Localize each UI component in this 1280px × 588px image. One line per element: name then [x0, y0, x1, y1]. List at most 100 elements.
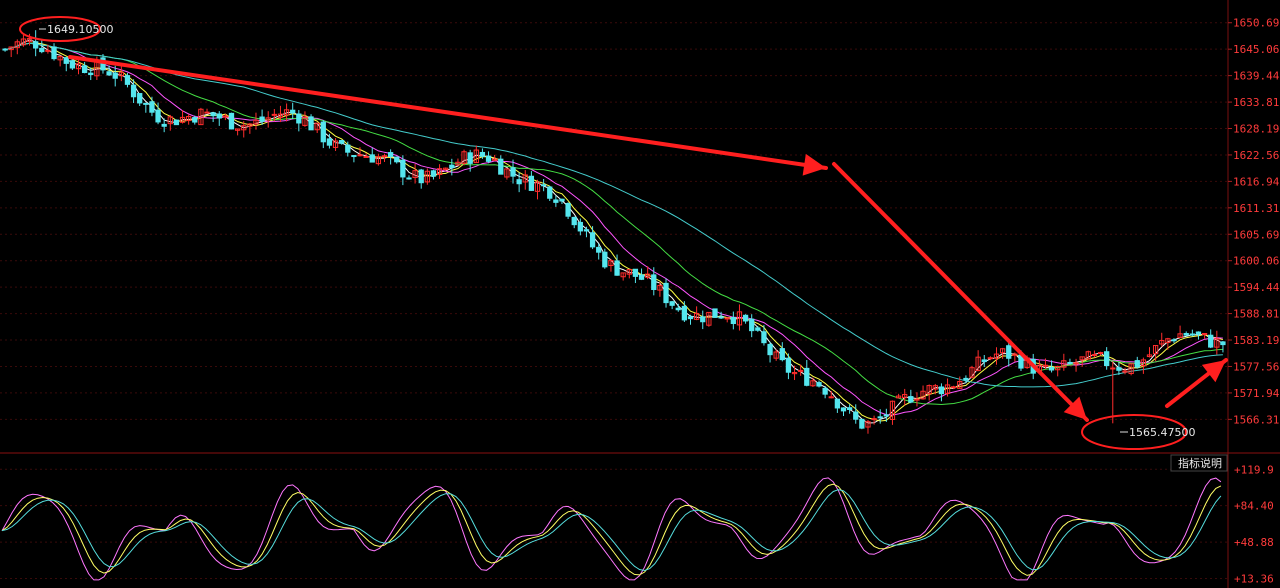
candle-body — [485, 155, 492, 162]
candle-body — [400, 159, 406, 178]
price-tick-label: 1600.067 — [1233, 255, 1280, 268]
candle-body — [963, 377, 969, 381]
candle-body — [130, 84, 137, 98]
price-tick-label: 1650.691 — [1233, 17, 1280, 30]
candle-body — [418, 169, 424, 184]
price-annotations: 1649.10500 1565.47500 — [19, 16, 1195, 450]
candle-body — [259, 116, 265, 122]
osc-line — [1, 477, 1222, 581]
candle-body — [914, 398, 920, 401]
candle-body — [540, 184, 547, 187]
candle-body — [718, 316, 724, 319]
candle-body — [614, 260, 620, 276]
candle-body — [161, 123, 167, 127]
candle-body — [700, 316, 706, 323]
candle-body — [559, 198, 565, 202]
candle-body — [45, 49, 51, 52]
candle-body — [124, 75, 131, 85]
kline-chart: 1649.10500 1565.47500 1650.6911645.06616… — [0, 0, 1280, 588]
candle-body — [430, 170, 437, 177]
candle-body — [479, 151, 486, 157]
ma-line — [4, 42, 1224, 422]
candle-body — [853, 411, 859, 420]
arrow-head — [802, 153, 826, 176]
candle-body — [828, 396, 834, 399]
candle-body — [528, 175, 535, 191]
candle-body — [112, 72, 118, 79]
osc-tick-label: +119.9 — [1234, 463, 1274, 476]
candle-body — [798, 369, 804, 372]
price-tick-label: 1622.567 — [1233, 149, 1280, 162]
candle-body — [363, 155, 369, 158]
candle-body — [381, 155, 388, 158]
candle-body — [1048, 366, 1055, 371]
candle-body — [846, 407, 853, 410]
candle-body — [1189, 333, 1195, 336]
candle-body — [761, 331, 767, 344]
candle-body — [1042, 364, 1049, 367]
candle-body — [724, 317, 730, 320]
candle-body — [742, 314, 749, 322]
ma-line — [4, 42, 1223, 388]
candle-body — [155, 109, 161, 123]
indicator-explain-button[interactable]: 指标说明 — [1170, 454, 1228, 472]
candle-body — [663, 282, 669, 304]
candle-body — [1171, 339, 1177, 342]
candle-body — [387, 152, 394, 157]
candle-body — [589, 232, 596, 248]
candle-body — [39, 47, 45, 53]
candle-body — [981, 359, 987, 363]
candle-body — [290, 109, 296, 114]
candle-body — [804, 367, 810, 386]
candle-body — [785, 357, 792, 373]
candle-body — [1097, 352, 1104, 355]
price-tick-label: 1639.44 — [1233, 70, 1280, 83]
candle-body — [467, 152, 473, 164]
candle-body — [222, 115, 229, 118]
candle-body — [1110, 367, 1116, 370]
candle-body — [216, 113, 222, 119]
candle-body — [651, 274, 657, 291]
candle-body — [822, 387, 828, 395]
price-tick-label: 1594.442 — [1233, 281, 1280, 294]
candle-body — [271, 113, 277, 116]
candle-body — [449, 164, 455, 169]
osc-tick-label: +84.40 — [1234, 500, 1274, 513]
candle-body — [204, 111, 210, 114]
candle-body — [1183, 333, 1189, 336]
candle-body — [1195, 331, 1202, 335]
candle-body — [210, 112, 216, 117]
candle-body — [149, 101, 155, 113]
trend-arrows — [68, 55, 1228, 422]
price-tick-label: 1611.317 — [1233, 202, 1280, 215]
candle-body — [779, 348, 785, 361]
price-tick-label: 1633.81 — [1233, 96, 1279, 109]
candle-body — [516, 179, 522, 185]
candle-body — [687, 316, 694, 320]
candle-body — [553, 199, 559, 203]
candle-body — [987, 357, 994, 360]
candle-body — [669, 301, 675, 306]
candle-body — [1208, 334, 1214, 348]
candle-body — [228, 112, 235, 130]
candle-body — [173, 119, 180, 126]
candle-body — [106, 71, 112, 76]
candle-body — [577, 221, 583, 232]
candle-body — [33, 41, 39, 49]
arrow-shaft — [68, 55, 828, 170]
candle-body — [351, 155, 357, 158]
candle-body — [883, 414, 889, 417]
price-tick-label: 1616.942 — [1233, 175, 1280, 188]
candle-body — [596, 246, 602, 253]
candle-body — [69, 60, 76, 69]
candle-body — [1134, 360, 1140, 368]
price-axis: 1650.691 1645.066 1639.44 1633.81 1628.191 16… — [1228, 17, 1280, 426]
candle-body — [1067, 361, 1073, 364]
oscillator-axis: +119.9 +84.40 +48.88 +13.36 — [1234, 463, 1274, 585]
price-tick-label: 1588.818 — [1233, 308, 1280, 321]
candle-body — [583, 229, 590, 232]
ma-line — [4, 42, 1223, 406]
candle-body — [871, 418, 877, 421]
candle-body — [755, 327, 761, 331]
osc-tick-label: +48.88 — [1234, 536, 1274, 549]
